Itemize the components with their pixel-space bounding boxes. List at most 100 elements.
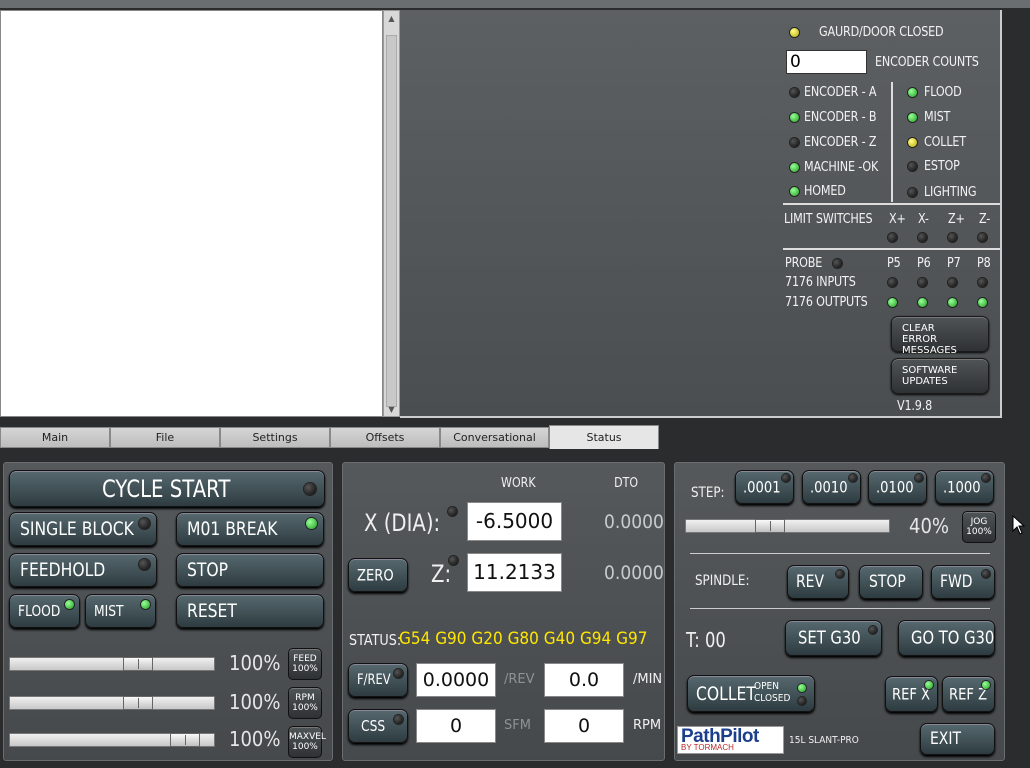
tab-conversational[interactable]: Conversational bbox=[440, 427, 549, 448]
divider-tool bbox=[690, 608, 990, 609]
spindle-label: SPINDLE: bbox=[695, 573, 750, 589]
version-label: V1.9.8 bbox=[897, 399, 933, 414]
sfm-field[interactable]: 0 bbox=[416, 709, 496, 743]
gcode-text-area[interactable] bbox=[0, 10, 383, 417]
x-work-field[interactable]: -6.5000 bbox=[467, 502, 562, 541]
output-p6-led bbox=[918, 298, 927, 307]
text-area-scrollbar[interactable]: ▲ ▼ bbox=[383, 10, 400, 417]
set-g30-button[interactable]: SET G30 bbox=[785, 620, 882, 656]
feed-override-slider[interactable] bbox=[9, 657, 215, 671]
scroll-thumb[interactable] bbox=[386, 35, 397, 407]
tab-main[interactable]: Main bbox=[0, 427, 110, 448]
encoder-b-label: ENCODER - B bbox=[804, 110, 877, 125]
feed-per-rev-field[interactable]: 0.0000 bbox=[416, 663, 496, 697]
tab-settings[interactable]: Settings bbox=[220, 427, 330, 448]
css-label: CSS bbox=[361, 717, 386, 735]
divider-spindle bbox=[690, 553, 990, 554]
spindle-fwd-label: FWD bbox=[940, 572, 973, 592]
feedhold-button[interactable]: FEEDHOLD bbox=[9, 553, 157, 587]
rpm-override-slider[interactable] bbox=[9, 696, 215, 710]
zero-button[interactable]: ZERO bbox=[348, 558, 408, 592]
feed-per-rev-label: F/REV bbox=[357, 672, 391, 688]
maxvel-override-slider[interactable] bbox=[9, 733, 215, 747]
tab-offsets[interactable]: Offsets bbox=[330, 427, 440, 448]
feed-slider-thumb[interactable] bbox=[123, 657, 153, 671]
probe-label: PROBE bbox=[785, 256, 823, 271]
rpm-slider-thumb[interactable] bbox=[123, 696, 153, 710]
jog-slider-thumb[interactable] bbox=[755, 519, 785, 533]
single-block-button[interactable]: SINGLE BLOCK bbox=[9, 512, 157, 546]
guard-door-label: GAURD/DOOR CLOSED bbox=[819, 25, 944, 40]
ref-z-led bbox=[982, 681, 990, 689]
main-tabs: Main File Settings Offsets Conversationa… bbox=[0, 425, 660, 450]
collet-button[interactable]: COLLET OPEN CLOSED bbox=[687, 675, 815, 712]
step-0100-button[interactable]: .0100 bbox=[868, 470, 927, 504]
ref-z-button[interactable]: REF Z bbox=[942, 676, 995, 712]
step-0100-led bbox=[915, 474, 923, 482]
go-to-g30-button[interactable]: GO TO G30 bbox=[898, 620, 995, 656]
clear-error-messages-label: CLEAR ERROR MESSAGES bbox=[902, 323, 957, 356]
encoder-counts-label: ENCODER COUNTS bbox=[875, 55, 979, 70]
per-rev-unit: /REV bbox=[504, 672, 535, 687]
encoder-a-label: ENCODER - A bbox=[804, 85, 877, 100]
jog-reset-button[interactable]: JOG 100% bbox=[962, 511, 996, 543]
spindle-fwd-button[interactable]: FWD bbox=[931, 565, 995, 599]
status-panel: GAURD/DOOR CLOSED 0 ENCODER COUNTS ENCOD… bbox=[400, 10, 1002, 418]
spindle-stop-button[interactable]: STOP bbox=[859, 565, 923, 599]
flood-label: FLOOD bbox=[924, 85, 962, 100]
scroll-up-arrow-icon[interactable]: ▲ bbox=[386, 13, 397, 24]
spindle-rev-button[interactable]: REV bbox=[787, 565, 849, 599]
feed-percent: 100% bbox=[229, 651, 281, 675]
jog-speed-slider[interactable] bbox=[685, 519, 890, 533]
css-button[interactable]: CSS bbox=[348, 709, 408, 743]
m01-break-led bbox=[306, 518, 317, 529]
m01-break-label: M01 BREAK bbox=[187, 518, 278, 540]
divider-limits bbox=[783, 203, 1000, 205]
encoder-z-label: ENCODER - Z bbox=[804, 135, 877, 150]
limit-xplus-label: X+ bbox=[889, 212, 906, 227]
mist-button-led bbox=[141, 600, 150, 609]
clear-error-messages-button[interactable]: CLEAR ERROR MESSAGES bbox=[891, 316, 989, 356]
z-work-field[interactable]: 11.2133 bbox=[467, 553, 562, 592]
feedhold-led bbox=[139, 559, 150, 570]
per-min-unit: /MIN bbox=[633, 672, 663, 687]
reset-button[interactable]: RESET bbox=[176, 594, 324, 628]
flood-led bbox=[908, 88, 917, 97]
limit-zplus-label: Z+ bbox=[948, 212, 965, 227]
maxvel-reset-button[interactable]: MAXVEL 100% bbox=[288, 726, 326, 758]
rpm-reset-label: RPM 100% bbox=[292, 693, 318, 713]
maxvel-slider-thumb[interactable] bbox=[170, 733, 200, 747]
exit-button[interactable]: EXIT bbox=[920, 723, 995, 755]
m01-break-button[interactable]: M01 BREAK bbox=[176, 512, 324, 546]
flood-button[interactable]: FLOOD bbox=[9, 594, 80, 628]
tab-status[interactable]: Status bbox=[549, 425, 659, 450]
machine-model: 15L SLANT-PRO bbox=[789, 735, 859, 746]
dro-panel: WORK DTO X (DIA): -6.5000 0.0000 ZERO Z:… bbox=[341, 461, 666, 762]
feed-per-min-field[interactable]: 0.0 bbox=[544, 663, 624, 697]
tab-file[interactable]: File bbox=[110, 427, 220, 448]
feed-reset-button[interactable]: FEED 100% bbox=[288, 648, 322, 680]
step-0010-button[interactable]: .0010 bbox=[802, 470, 861, 504]
stop-button[interactable]: STOP bbox=[176, 553, 324, 587]
cycle-start-button[interactable]: CYCLE START bbox=[9, 470, 325, 507]
collet-label: COLLET bbox=[696, 682, 756, 705]
ref-x-button[interactable]: REF X bbox=[885, 676, 938, 712]
rpm-field[interactable]: 0 bbox=[544, 709, 624, 743]
logo-sub-text: BY TORMACH bbox=[681, 743, 734, 752]
mist-label: MIST bbox=[924, 110, 951, 125]
feed-per-rev-button[interactable]: F/REV bbox=[348, 663, 408, 697]
rpm-reset-button[interactable]: RPM 100% bbox=[288, 687, 322, 719]
rpm-percent: 100% bbox=[229, 690, 281, 714]
estop-led bbox=[908, 162, 917, 171]
mist-button[interactable]: MIST bbox=[85, 594, 156, 628]
limit-xminus-label: X- bbox=[918, 212, 929, 227]
scroll-down-arrow-icon[interactable]: ▼ bbox=[386, 404, 397, 415]
feedhold-label: FEEDHOLD bbox=[20, 559, 106, 581]
encoder-counts-field[interactable]: 0 bbox=[786, 50, 867, 74]
step-0001-button[interactable]: .0001 bbox=[735, 470, 794, 504]
spindle-fwd-led bbox=[982, 570, 990, 578]
z-axis-led bbox=[449, 556, 458, 565]
collet-closed-led bbox=[798, 697, 806, 705]
step-1000-button[interactable]: .1000 bbox=[935, 470, 994, 504]
software-updates-button[interactable]: SOFTWARE UPDATES bbox=[891, 358, 989, 394]
